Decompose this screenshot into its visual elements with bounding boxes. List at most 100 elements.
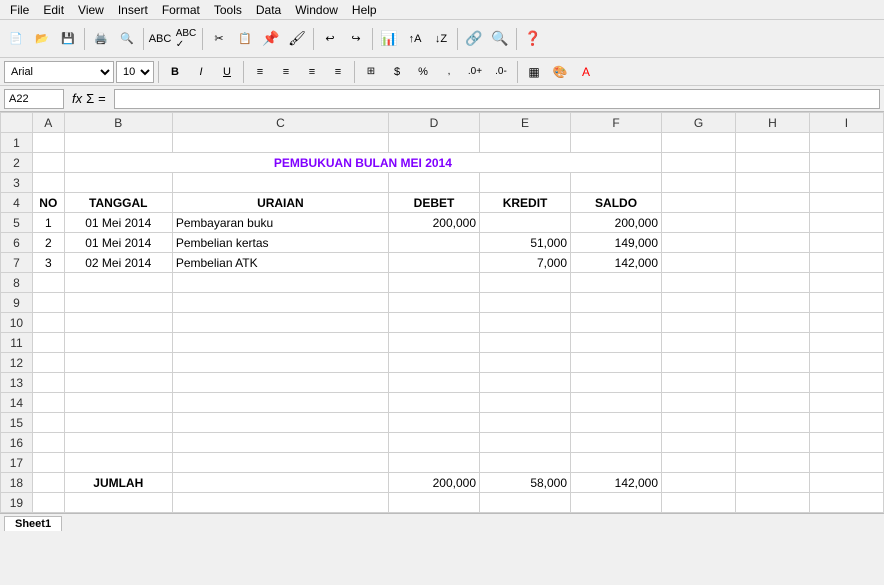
thousand-button[interactable]: , [437, 60, 461, 84]
font-color-button[interactable]: A [574, 60, 598, 84]
cell-A1[interactable] [32, 133, 64, 153]
menu-tools[interactable]: Tools [208, 2, 248, 18]
align-left-button[interactable]: ≡ [248, 60, 272, 84]
cell-A2[interactable] [32, 153, 64, 173]
cell-G4[interactable] [662, 193, 736, 213]
underline-button[interactable]: U [215, 60, 239, 84]
undo-button[interactable]: ↩ [318, 27, 342, 51]
cell-C4[interactable]: URAIAN [172, 193, 388, 213]
justify-button[interactable]: ≡ [326, 60, 350, 84]
cell-D5[interactable]: 200,000 [389, 213, 480, 233]
cell-C18[interactable] [172, 473, 388, 493]
cell-I7[interactable] [809, 253, 883, 273]
cell-I2[interactable] [809, 153, 883, 173]
print-button[interactable]: 🖨️ [89, 27, 113, 51]
cell-E18[interactable]: 58,000 [480, 473, 571, 493]
cell-I6[interactable] [809, 233, 883, 253]
row-header-13[interactable]: 13 [1, 373, 33, 393]
font-name-select[interactable]: Arial [4, 61, 114, 83]
cell-F18[interactable]: 142,000 [571, 473, 662, 493]
col-header-D[interactable]: D [389, 113, 480, 133]
menu-edit[interactable]: Edit [37, 2, 70, 18]
cell-A18[interactable] [32, 473, 64, 493]
menu-help[interactable]: Help [346, 2, 383, 18]
bold-button[interactable]: B [163, 60, 187, 84]
row-header-15[interactable]: 15 [1, 413, 33, 433]
cell-G6[interactable] [662, 233, 736, 253]
cell-H4[interactable] [736, 193, 810, 213]
equals-icon[interactable]: = [98, 91, 106, 106]
menu-view[interactable]: View [72, 2, 110, 18]
hyperlink-button[interactable]: 🔗 [462, 27, 486, 51]
cell-B2-title[interactable]: PEMBUKUAN BULAN MEI 2014 [64, 153, 661, 173]
redo-button[interactable]: ↪ [344, 27, 368, 51]
help-button[interactable]: ❓ [521, 27, 545, 51]
col-header-H[interactable]: H [736, 113, 810, 133]
paste-button[interactable]: 📌 [259, 27, 283, 51]
sort-asc-button[interactable]: ↑A [403, 27, 427, 51]
row-header-17[interactable]: 17 [1, 453, 33, 473]
row-header-18[interactable]: 18 [1, 473, 33, 493]
row-header-19[interactable]: 19 [1, 493, 33, 513]
cell-D4[interactable]: DEBET [389, 193, 480, 213]
cell-B7[interactable]: 02 Mei 2014 [64, 253, 172, 273]
bg-color-button[interactable]: 🎨 [548, 60, 572, 84]
col-header-E[interactable]: E [480, 113, 571, 133]
sheet-tab-1[interactable]: Sheet1 [4, 516, 62, 531]
cell-H2[interactable] [736, 153, 810, 173]
cell-A7[interactable]: 3 [32, 253, 64, 273]
cell-C3[interactable] [172, 173, 388, 193]
cell-A6[interactable]: 2 [32, 233, 64, 253]
row-header-3[interactable]: 3 [1, 173, 33, 193]
cell-G3[interactable] [662, 173, 736, 193]
cell-F1[interactable] [571, 133, 662, 153]
menu-format[interactable]: Format [156, 2, 206, 18]
cell-H1[interactable] [736, 133, 810, 153]
cell-A3[interactable] [32, 173, 64, 193]
cell-E1[interactable] [480, 133, 571, 153]
row-header-9[interactable]: 9 [1, 293, 33, 313]
row-header-10[interactable]: 10 [1, 313, 33, 333]
cell-E4[interactable]: KREDIT [480, 193, 571, 213]
cell-F5[interactable]: 200,000 [571, 213, 662, 233]
cell-reference[interactable]: A22 [4, 89, 64, 109]
cell-F3[interactable] [571, 173, 662, 193]
cell-G18[interactable] [662, 473, 736, 493]
col-header-B[interactable]: B [64, 113, 172, 133]
col-header-A[interactable]: A [32, 113, 64, 133]
preview-button[interactable]: 🔍 [115, 27, 139, 51]
font-size-select[interactable]: 10 [116, 61, 154, 83]
row-header-12[interactable]: 12 [1, 353, 33, 373]
cell-E5[interactable] [480, 213, 571, 233]
cell-H7[interactable] [736, 253, 810, 273]
cell-B3[interactable] [64, 173, 172, 193]
menu-insert[interactable]: Insert [112, 2, 154, 18]
align-right-button[interactable]: ≡ [300, 60, 324, 84]
row-header-2[interactable]: 2 [1, 153, 33, 173]
cell-H5[interactable] [736, 213, 810, 233]
cell-I1[interactable] [809, 133, 883, 153]
row-header-5[interactable]: 5 [1, 213, 33, 233]
open-button[interactable]: 📂 [30, 27, 54, 51]
cell-B4[interactable]: TANGGAL [64, 193, 172, 213]
cell-E6[interactable]: 51,000 [480, 233, 571, 253]
cell-D18[interactable]: 200,000 [389, 473, 480, 493]
sigma-icon[interactable]: Σ [86, 91, 94, 106]
menu-file[interactable]: File [4, 2, 35, 18]
cell-B6[interactable]: 01 Mei 2014 [64, 233, 172, 253]
dec-decimal-button[interactable]: .0- [489, 60, 513, 84]
cell-G1[interactable] [662, 133, 736, 153]
cell-D1[interactable] [389, 133, 480, 153]
save-button[interactable]: 💾 [56, 27, 80, 51]
row-header-4[interactable]: 4 [1, 193, 33, 213]
cell-B18[interactable]: JUMLAH [64, 473, 172, 493]
cell-I4[interactable] [809, 193, 883, 213]
cell-F4[interactable]: SALDO [571, 193, 662, 213]
cell-H18[interactable] [736, 473, 810, 493]
cell-C1[interactable] [172, 133, 388, 153]
col-header-G[interactable]: G [662, 113, 736, 133]
cell-I5[interactable] [809, 213, 883, 233]
row-header-1[interactable]: 1 [1, 133, 33, 153]
cell-A5[interactable]: 1 [32, 213, 64, 233]
spellcheck-button[interactable]: ABC [148, 27, 172, 51]
